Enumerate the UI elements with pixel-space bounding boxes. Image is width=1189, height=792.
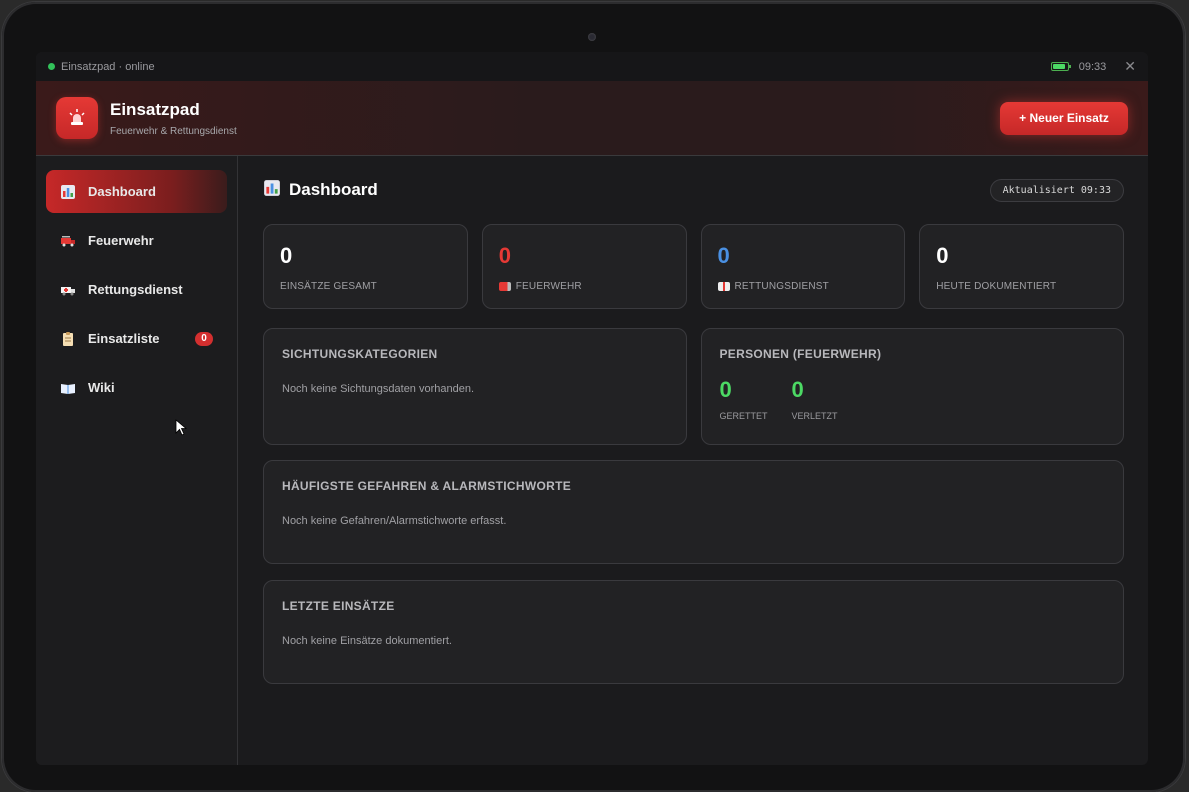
new-incident-button[interactable]: + Neuer Einsatz [1000,101,1128,135]
stat-card-rettungsdienst: 0 RETTUNGSDIENST [700,224,906,309]
rescued-label: GERETTET [719,411,768,421]
stat-value: 0 [717,243,730,268]
stats-row: 0 EINSÄTZE GESAMT 0 FEUERWEHR 0 RETTUNGS… [263,224,1124,309]
sidebar-item-label: Feuerwehr [88,233,154,248]
panel-title: LETZTE EINSÄTZE [282,599,395,613]
count-badge: 0 [195,331,213,346]
stat-card-feuerwehr: 0 FEUERWEHR [481,224,687,309]
panel-title: PERSONEN (FEUERWEHR) [719,347,882,361]
page-title: Dashboard [289,180,378,199]
status-time: 09:33 [1078,60,1107,73]
panel-title: SICHTUNGSKATEGORIEN [282,347,438,361]
sidebar-item-feuerwehr[interactable]: Feuerwehr [46,219,227,262]
siren-icon [56,97,98,139]
app-subtitle: Feuerwehr & Rettungsdienst [110,125,237,137]
sidebar-item-rettungsdienst[interactable]: Rettungsdienst [46,268,227,311]
stat-value: 0 [280,243,293,268]
recent-incidents-panel: LETZTE EINSÄTZE Noch keine Einsätze doku… [263,580,1124,684]
empty-state: Noch keine Einsätze dokumentiert. [282,635,452,647]
stat-label: EINSÄTZE GESAMT [280,281,377,292]
app-status: Einsatzpad · online [61,60,155,73]
injured-stat: 0 VERLETZT [791,377,838,422]
stat-card-today: 0 HEUTE DOKUMENTIERT [919,224,1124,309]
ambulance-icon [717,282,730,291]
injured-label: VERLETZT [791,411,838,421]
updated-badge: Aktualisiert 09:33 [989,178,1124,202]
hazards-panel: HÄUFIGSTE GEFAHREN & ALARMSTICHWORTE Noc… [263,460,1124,564]
sidebar-item-label: Rettungsdienst [88,282,183,297]
stat-label: RETTUNGSDIENST [734,281,829,292]
sidebar: Dashboard Feuerwehr Rettungsdienst Einsa… [36,156,238,765]
bar-chart-icon [263,179,281,202]
stat-label: HEUTE DOKUMENTIERT [936,281,1057,292]
rescued-value: 0 [719,377,732,402]
stat-label: FEUERWEHR [515,281,582,292]
clipboard-icon [60,331,76,347]
book-icon [60,380,76,396]
app-title: Einsatzpad [110,99,200,119]
bar-chart-icon [60,184,76,200]
mouse-cursor-icon [175,419,188,436]
sidebar-item-wiki[interactable]: Wiki [46,366,227,409]
sidebar-item-einsatzliste[interactable]: Einsatzliste 0 [46,317,227,360]
persons-panel: PERSONEN (FEUERWEHR) 0 GERETTET 0 VERLET… [700,328,1124,445]
screen: Einsatzpad · online 09:33 ✕ Einsatzpad F… [36,52,1148,765]
sidebar-item-label: Einsatzliste [88,331,160,346]
fire-truck-icon [60,233,76,249]
sidebar-item-label: Dashboard [88,184,156,199]
main-content: Dashboard Aktualisiert 09:33 0 EINSÄTZE … [239,156,1148,765]
triage-panel: SICHTUNGSKATEGORIEN Noch keine Sichtungs… [263,328,687,445]
stat-value: 0 [498,243,511,268]
rescued-stat: 0 GERETTET [719,377,768,422]
camera-icon [588,33,596,41]
empty-state: Noch keine Gefahren/Alarmstichworte erfa… [282,515,507,527]
app-header: Einsatzpad Feuerwehr & Rettungsdienst + … [36,81,1148,156]
panel-title: HÄUFIGSTE GEFAHREN & ALARMSTICHWORTE [282,479,572,493]
stat-card-total: 0 EINSÄTZE GESAMT [263,224,468,309]
online-dot-icon [48,63,55,70]
battery-icon [1050,62,1071,71]
sidebar-item-dashboard[interactable]: Dashboard [46,170,227,213]
sidebar-item-label: Wiki [88,380,115,395]
empty-state: Noch keine Sichtungsdaten vorhanden. [282,383,475,395]
fire-truck-icon [498,282,511,291]
stat-value: 0 [936,243,949,268]
injured-value: 0 [791,377,804,402]
ambulance-icon [60,282,76,298]
close-icon[interactable]: ✕ [1124,58,1136,75]
status-bar: Einsatzpad · online 09:33 ✕ [36,52,1148,81]
